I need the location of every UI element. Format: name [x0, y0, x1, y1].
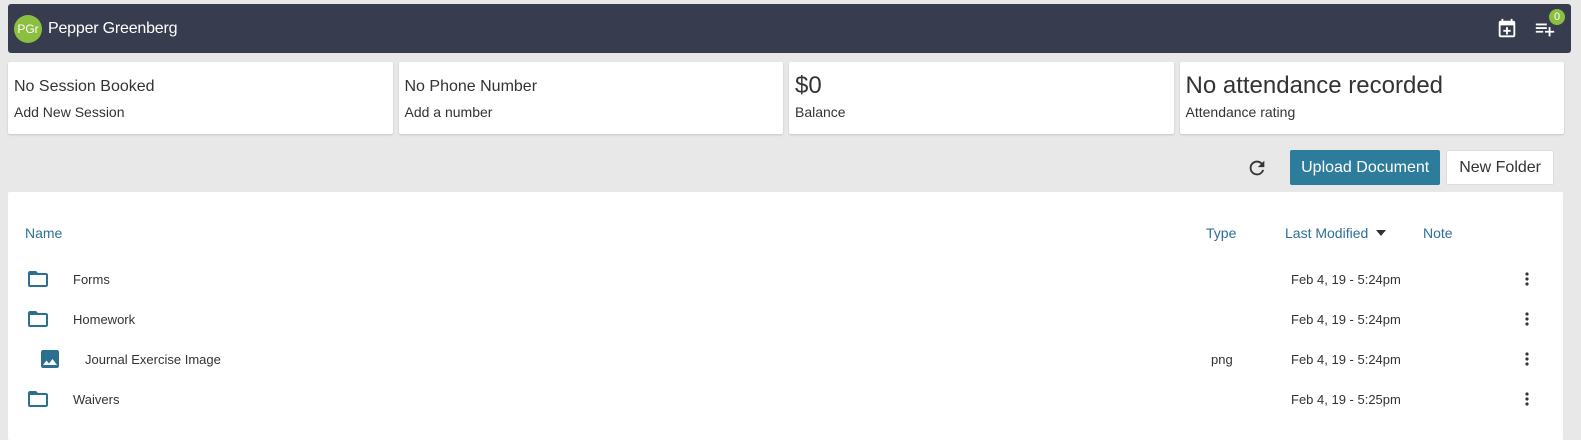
- document-actions: Upload Document New Folder: [1240, 150, 1554, 185]
- more-vert-icon[interactable]: [1517, 307, 1537, 331]
- top-bar: PGr Pepper Greenberg 0: [8, 4, 1571, 53]
- client-name[interactable]: Pepper Greenberg: [48, 20, 178, 38]
- phone-card: No Phone Number Add a number: [398, 62, 783, 134]
- balance-card: $0 Balance: [789, 62, 1174, 134]
- row-name[interactable]: Waivers: [73, 392, 119, 407]
- column-header-name[interactable]: Name: [25, 225, 62, 241]
- new-folder-button[interactable]: New Folder: [1446, 150, 1554, 185]
- refresh-icon[interactable]: [1240, 151, 1274, 185]
- row-name[interactable]: Forms: [73, 272, 110, 287]
- more-vert-icon[interactable]: [1517, 387, 1537, 411]
- phone-status: No Phone Number: [404, 78, 538, 95]
- table-row[interactable]: Journal Exercise Image png Feb 4, 19 - 5…: [8, 339, 1563, 379]
- session-card: No Session Booked Add New Session: [8, 62, 393, 134]
- table-row[interactable]: Homework Feb 4, 19 - 5:24pm: [8, 299, 1563, 339]
- add-session-link[interactable]: Add New Session: [14, 104, 387, 120]
- summary-cards: No Session Booked Add New Session No Pho…: [8, 62, 1564, 134]
- attendance-label: Attendance rating: [1185, 104, 1296, 120]
- column-header-type[interactable]: Type: [1206, 225, 1236, 241]
- row-name[interactable]: Homework: [73, 312, 135, 327]
- avatar[interactable]: PGr: [14, 14, 42, 43]
- session-status: No Session Booked: [14, 78, 155, 95]
- sort-caret-icon: [1376, 230, 1387, 236]
- add-number-link[interactable]: Add a number: [405, 104, 778, 120]
- playlist-add-icon[interactable]: 0: [1531, 8, 1565, 43]
- folder-icon: [28, 271, 48, 287]
- queue-badge: 0: [1549, 8, 1565, 25]
- row-type: png: [1211, 352, 1233, 367]
- row-modified: Feb 4, 19 - 5:25pm: [1291, 392, 1401, 407]
- more-vert-icon[interactable]: [1517, 347, 1537, 371]
- column-header-last-modified[interactable]: Last Modified: [1285, 225, 1387, 241]
- documents-table: Name Type Last Modified Note Forms Feb 4…: [8, 192, 1563, 440]
- image-icon: [41, 350, 59, 368]
- row-name[interactable]: Journal Exercise Image: [85, 352, 221, 367]
- more-vert-icon[interactable]: [1517, 267, 1537, 291]
- table-row[interactable]: Waivers Feb 4, 19 - 5:25pm: [8, 379, 1563, 419]
- column-header-note[interactable]: Note: [1423, 225, 1453, 241]
- balance-label: Balance: [795, 104, 846, 120]
- attendance-card: No attendance recorded Attendance rating: [1179, 62, 1564, 134]
- folder-icon: [28, 391, 48, 407]
- calendar-add-icon[interactable]: [1493, 15, 1521, 43]
- balance-value: $0: [795, 72, 822, 99]
- attendance-value: No attendance recorded: [1185, 72, 1444, 99]
- row-modified: Feb 4, 19 - 5:24pm: [1291, 272, 1401, 287]
- row-modified: Feb 4, 19 - 5:24pm: [1291, 312, 1401, 327]
- column-header-last-modified-label: Last Modified: [1285, 225, 1369, 241]
- row-modified: Feb 4, 19 - 5:24pm: [1291, 352, 1401, 367]
- table-row[interactable]: Forms Feb 4, 19 - 5:24pm: [8, 259, 1563, 299]
- upload-document-button[interactable]: Upload Document: [1290, 150, 1441, 185]
- folder-icon: [28, 311, 48, 327]
